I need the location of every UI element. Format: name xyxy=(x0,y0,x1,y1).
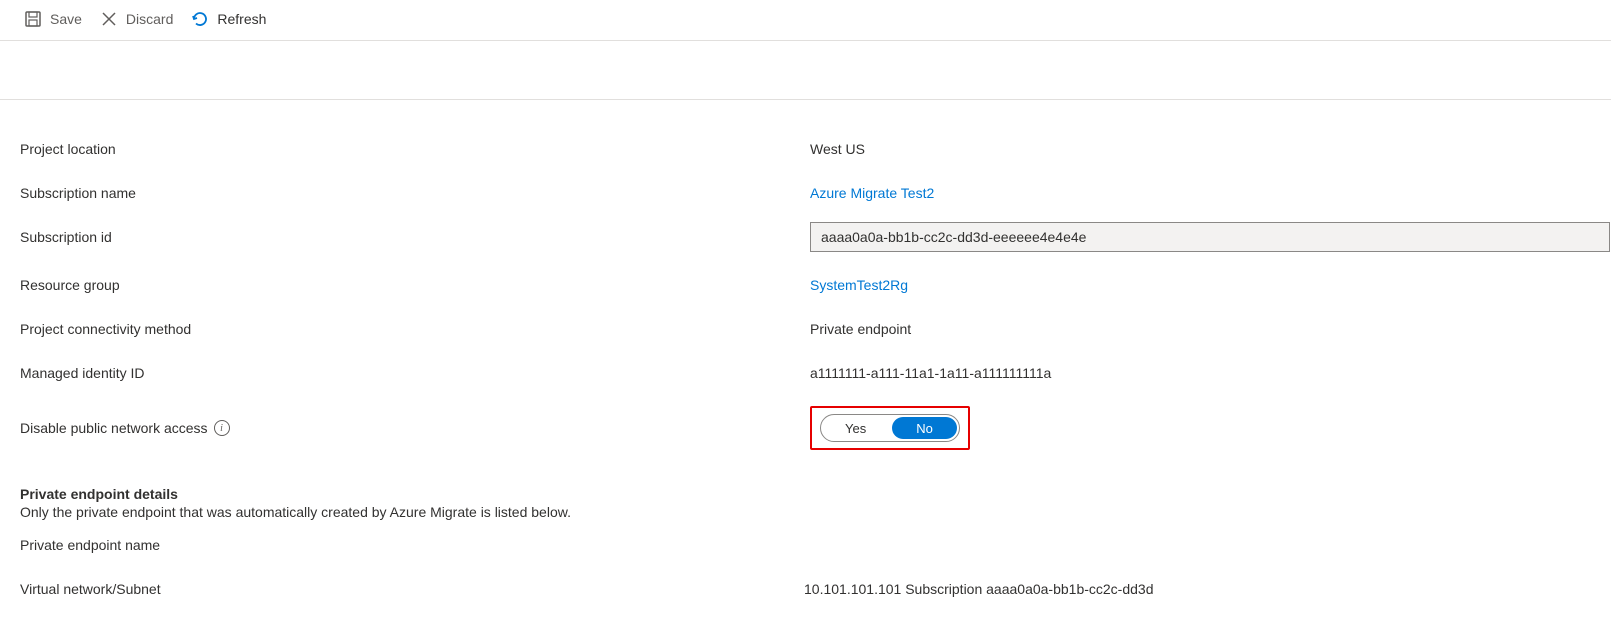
resource-group-link[interactable]: SystemTest2Rg xyxy=(810,277,908,293)
disable-public-label: Disable public network access xyxy=(20,420,208,436)
connectivity-method-value: Private endpoint xyxy=(810,321,1611,337)
section-title: Private endpoint details xyxy=(20,486,1611,502)
section-desc: Only the private endpoint that was autom… xyxy=(20,504,1611,520)
save-label: Save xyxy=(50,11,82,27)
managed-identity-value: a1111111-a111-11a1-1a11-a111111111a xyxy=(810,365,1611,381)
discard-button[interactable]: Discard xyxy=(100,10,173,28)
refresh-icon xyxy=(191,10,209,28)
vnet-label: Virtual network/Subnet xyxy=(20,581,810,597)
properties-content: Project location West US Subscription na… xyxy=(0,99,1611,608)
private-endpoint-section: Private endpoint details Only the privat… xyxy=(20,486,1611,520)
close-icon xyxy=(100,10,118,28)
discard-label: Discard xyxy=(126,11,173,27)
save-icon xyxy=(24,10,42,28)
subscription-id-input[interactable] xyxy=(810,222,1610,252)
endpoint-name-row: Private endpoint name xyxy=(20,526,1611,564)
connectivity-method-label: Project connectivity method xyxy=(20,321,810,337)
refresh-button[interactable]: Refresh xyxy=(191,10,266,28)
subscription-id-row: Subscription id xyxy=(20,218,1611,256)
toggle-no[interactable]: No xyxy=(892,417,957,439)
refresh-label: Refresh xyxy=(217,11,266,27)
vnet-row: Virtual network/Subnet 10.101.101.101 Su… xyxy=(20,570,1611,608)
disable-public-row: Disable public network access i Yes No xyxy=(20,406,1611,450)
managed-identity-label: Managed identity ID xyxy=(20,365,810,381)
toolbar: Save Discard Refresh xyxy=(0,0,1611,41)
subscription-name-link[interactable]: Azure Migrate Test2 xyxy=(810,185,934,201)
save-button[interactable]: Save xyxy=(24,10,82,28)
project-location-value: West US xyxy=(810,141,1611,157)
disable-public-toggle[interactable]: Yes No xyxy=(820,414,960,442)
project-location-row: Project location West US xyxy=(20,130,1611,168)
info-icon[interactable]: i xyxy=(214,420,230,436)
connectivity-method-row: Project connectivity method Private endp… xyxy=(20,310,1611,348)
toggle-highlight: Yes No xyxy=(810,406,970,450)
resource-group-label: Resource group xyxy=(20,277,810,293)
toggle-yes[interactable]: Yes xyxy=(821,415,890,441)
vnet-value: 10.101.101.101 Subscription aaaa0a0a-bb1… xyxy=(804,581,1605,597)
endpoint-name-label: Private endpoint name xyxy=(20,537,810,553)
managed-identity-row: Managed identity ID a1111111-a111-11a1-1… xyxy=(20,354,1611,392)
subscription-name-row: Subscription name Azure Migrate Test2 xyxy=(20,174,1611,212)
subscription-name-label: Subscription name xyxy=(20,185,810,201)
resource-group-row: Resource group SystemTest2Rg xyxy=(20,266,1611,304)
subscription-id-label: Subscription id xyxy=(20,229,810,245)
project-location-label: Project location xyxy=(20,141,810,157)
